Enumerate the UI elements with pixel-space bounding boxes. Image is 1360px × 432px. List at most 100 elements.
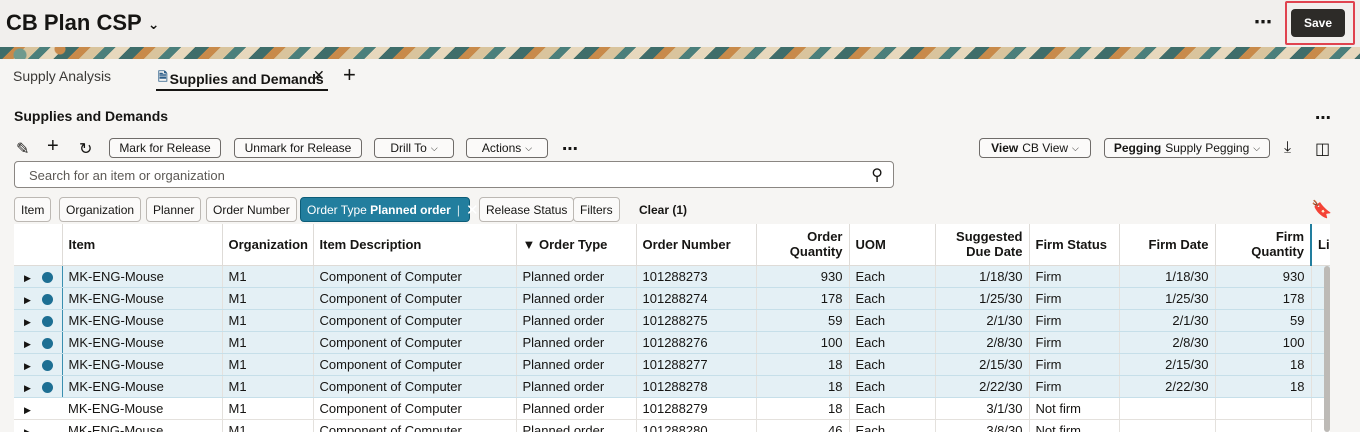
cell-uom: Each	[849, 419, 936, 432]
tab-supply-analysis[interactable]: Supply Analysis	[13, 68, 111, 84]
cell-type: Planned order	[516, 287, 637, 310]
filter-order-type-label: Order Type	[307, 202, 367, 217]
selected-indicator-icon	[42, 381, 53, 393]
actions-label: Actions	[481, 141, 522, 155]
edit-pencil-icon[interactable]: ✎	[16, 139, 29, 159]
expand-arrow-icon[interactable]: ▶	[24, 427, 38, 432]
cell-desc: Component of Computer	[313, 287, 517, 310]
cell-num: 101288273	[636, 265, 757, 288]
header-item-description[interactable]: Item Description	[313, 224, 517, 266]
search-icon[interactable]: ⚲	[871, 165, 883, 185]
cell-desc: Component of Computer	[313, 353, 517, 376]
section-more-icon[interactable]: ⋯	[1315, 108, 1331, 128]
chevron-down-icon: ⌵	[430, 142, 438, 153]
cell-item: MK-ENG-Mouse	[62, 397, 223, 420]
clear-filters-link[interactable]: Clear (1)	[639, 203, 687, 217]
header-organization[interactable]: Organization	[222, 224, 314, 266]
header-order-quantity[interactable]: Order Quantity	[756, 224, 850, 266]
tab-supplies-and-demands[interactable]: 🗎 Supplies and Demands	[158, 68, 324, 89]
actions-button[interactable]: Actions ⌵	[466, 138, 548, 158]
view-select[interactable]: View CB View ⌵	[979, 138, 1091, 158]
cell-status: Firm	[1029, 353, 1120, 376]
cell-desc: Component of Computer	[313, 419, 517, 432]
split-view-icon[interactable]: ◫	[1315, 139, 1330, 159]
vertical-scrollbar[interactable]	[1324, 266, 1330, 432]
cell-qty: 18	[756, 375, 850, 398]
download-icon[interactable]: ⤓	[1284, 139, 1291, 157]
expand-arrow-icon[interactable]: ▶	[24, 361, 38, 372]
header-suggested-due-date[interactable]: Suggested Due Date	[935, 224, 1030, 266]
cell-fqty	[1215, 419, 1312, 432]
view-label: View	[991, 141, 1019, 155]
app-title[interactable]: CB Plan CSP ⌄	[6, 10, 159, 36]
header-firm-status[interactable]: Firm Status	[1029, 224, 1120, 266]
filter-order-number[interactable]: Order Number	[206, 197, 297, 222]
filter-organization[interactable]: Organization	[59, 197, 142, 222]
table-row[interactable]: ▶ MK-ENG-Mouse M1 Component of Computer Plan…	[14, 353, 1330, 376]
header-li[interactable]: Li	[1311, 224, 1330, 266]
expand-arrow-icon[interactable]: ▶	[24, 273, 38, 284]
cell-fdate	[1119, 419, 1216, 432]
add-icon[interactable]: +	[47, 135, 59, 158]
filter-filters[interactable]: Filters	[573, 197, 620, 222]
filter-order-type-selected[interactable]: Order Type Planned order | ✕	[300, 197, 479, 222]
cell-fqty	[1215, 397, 1312, 420]
table-row[interactable]: ▶ MK-ENG-Mouse M1 Component of Computer Plan…	[14, 375, 1330, 398]
unmark-for-release-button[interactable]: Unmark for Release	[234, 138, 362, 158]
search-input[interactable]	[27, 166, 847, 184]
header-item[interactable]: Item	[62, 224, 223, 266]
header-order-type[interactable]: ▼ Order Type	[516, 224, 637, 266]
header-uom[interactable]: UOM	[849, 224, 936, 266]
cell-uom: Each	[849, 353, 936, 376]
drill-to-button[interactable]: Drill To ⌵	[374, 138, 454, 158]
cell-desc: Component of Computer	[313, 375, 517, 398]
cell-org: M1	[222, 353, 314, 376]
table-row[interactable]: ▶ MK-ENG-Mouse M1 Component of Computer Plan…	[14, 397, 1330, 420]
view-value: CB View	[1022, 141, 1069, 155]
cell-type: Planned order	[516, 331, 637, 354]
pegging-select[interactable]: Pegging Supply Pegging ⌵	[1104, 138, 1270, 158]
filter-planner[interactable]: Planner	[146, 197, 202, 222]
add-tab-icon[interactable]: +	[343, 62, 356, 88]
header-firm-date[interactable]: Firm Date	[1119, 224, 1216, 266]
table-row[interactable]: ▶ MK-ENG-Mouse M1 Component of Computer Plan…	[14, 287, 1330, 310]
chevron-down-icon[interactable]: ⌄	[148, 16, 160, 33]
mark-for-release-button[interactable]: Mark for Release	[109, 138, 221, 158]
table-row[interactable]: ▶ MK-ENG-Mouse M1 Component of Computer Plan…	[14, 331, 1330, 354]
selected-indicator-icon	[42, 293, 53, 305]
table-row[interactable]: ▶ MK-ENG-Mouse M1 Component of Computer Plan…	[14, 419, 1330, 432]
cell-status: Firm	[1029, 265, 1120, 288]
refresh-icon[interactable]: ↻	[79, 139, 92, 159]
cell-item: MK-ENG-Mouse	[61, 331, 223, 354]
expand-arrow-icon[interactable]: ▶	[24, 339, 38, 350]
chevron-down-icon: ⌵	[525, 142, 533, 153]
filter-item[interactable]: Item	[14, 197, 52, 222]
table-row[interactable]: ▶ MK-ENG-Mouse M1 Component of Computer Plan…	[14, 265, 1330, 288]
expand-arrow-icon[interactable]: ▶	[24, 405, 38, 416]
cell-uom: Each	[849, 265, 936, 288]
remove-filter-icon[interactable]: ✕	[466, 201, 479, 219]
more-options-icon[interactable]: ⋯	[1254, 12, 1273, 33]
cell-qty: 59	[756, 309, 850, 332]
bookmark-icon[interactable]: 🔖	[1311, 200, 1332, 220]
tab-label: Supplies and Demands	[169, 70, 324, 87]
close-tab-icon[interactable]: ✕	[313, 67, 325, 84]
expand-arrow-icon[interactable]: ▶	[24, 317, 38, 328]
row-control: ▶	[14, 265, 62, 288]
expand-arrow-icon[interactable]: ▶	[24, 295, 38, 306]
table-row[interactable]: ▶ MK-ENG-Mouse M1 Component of Computer Plan…	[14, 309, 1330, 332]
header-order-number[interactable]: Order Number	[636, 224, 757, 266]
cell-desc: Component of Computer	[313, 397, 517, 420]
document-icon: 🗎	[158, 70, 168, 84]
save-button[interactable]: Save	[1291, 9, 1345, 37]
cell-due: 2/1/30	[935, 309, 1030, 332]
cell-org: M1	[222, 419, 314, 432]
toolbar-more-icon[interactable]: ⋯	[562, 139, 578, 159]
header-firm-quantity[interactable]: Firm Quantity	[1215, 224, 1312, 266]
row-control: ▶	[14, 331, 62, 354]
cell-num: 101288275	[636, 309, 757, 332]
expand-arrow-icon[interactable]: ▶	[24, 383, 38, 394]
filter-release-status[interactable]: Release Status	[479, 197, 575, 222]
cell-type: Planned order	[516, 375, 637, 398]
cell-due: 3/1/30	[935, 397, 1030, 420]
